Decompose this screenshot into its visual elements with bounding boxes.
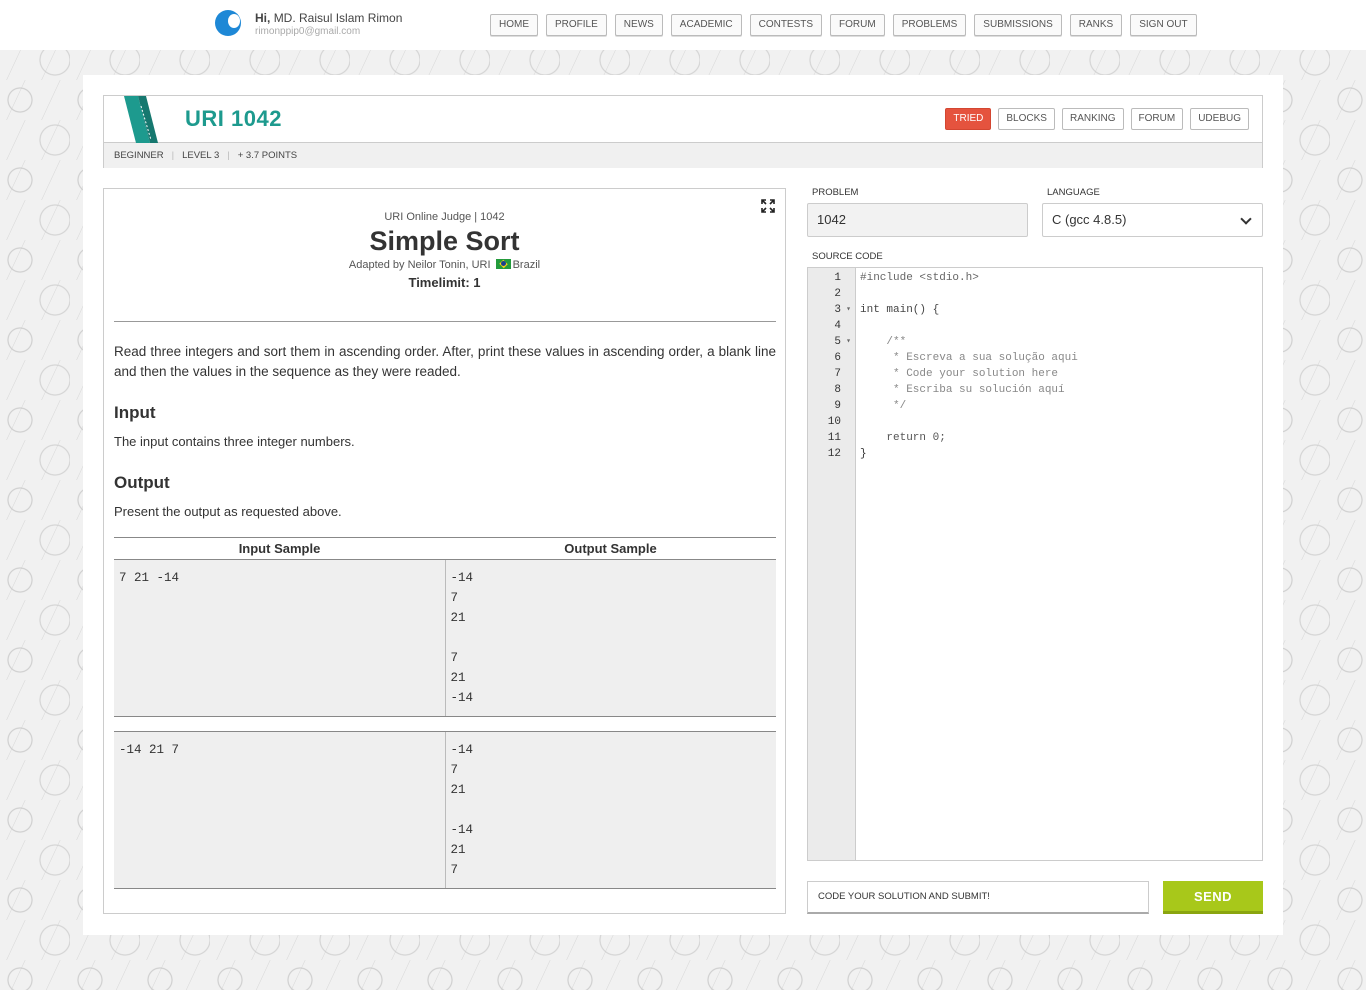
language-value: C (gcc 4.8.5): [1052, 212, 1127, 227]
avatar[interactable]: [212, 8, 244, 40]
problem-statement: URI Online Judge | 1042 Simple Sort Adap…: [103, 188, 786, 914]
nav-submissions[interactable]: SUBMISSIONS: [974, 14, 1062, 36]
judge-label: URI Online Judge | 1042: [384, 211, 505, 223]
output-heading: Output: [114, 473, 170, 492]
code-line: /**: [860, 336, 907, 348]
sample-row: 7 21 -14 -14 7 21 7 21 -14: [114, 559, 776, 717]
nav-ranks[interactable]: RANKS: [1069, 14, 1123, 36]
main-nav: HOME PROFILE NEWS ACADEMIC CONTESTS FORU…: [490, 14, 1205, 36]
sample-row: -14 21 7 -14 7 21 -14 21 7: [114, 731, 776, 889]
country: Brazil: [512, 259, 541, 271]
code-line: }: [860, 448, 867, 460]
forum-button[interactable]: FORUM: [1130, 108, 1184, 130]
blocks-button[interactable]: BLOCKS: [998, 108, 1055, 130]
nav-sign-out[interactable]: SIGN OUT: [1130, 14, 1197, 36]
samples-table: Input Sample Output Sample 7 21 -14 -14 …: [114, 537, 776, 889]
sample-output: -14 7 21 -14 21 7: [445, 731, 776, 889]
problem-actions: TRIED BLOCKS RANKING FORUM UDEBUG: [938, 108, 1249, 130]
input-heading: Input: [114, 403, 156, 422]
code-editor[interactable]: 123456789101112 #include <stdio.h> int m…: [807, 267, 1263, 861]
nav-home[interactable]: HOME: [490, 14, 538, 36]
code-line: return 0;: [860, 432, 946, 444]
input-sample-header: Input Sample: [114, 537, 445, 560]
user-info: Hi, MD. Raisul Islam Rimon rimonppip0@gm…: [212, 8, 402, 40]
problem-number-field[interactable]: 1042: [807, 203, 1028, 237]
input-text: The input contains three integer numbers…: [114, 434, 355, 449]
nav-news[interactable]: NEWS: [614, 14, 663, 36]
content-panel: URI 1042 TRIED BLOCKS RANKING FORUM UDEB…: [83, 75, 1283, 935]
language-select[interactable]: C (gcc 4.8.5): [1042, 203, 1263, 237]
sample-input: -14 21 7: [114, 731, 446, 889]
nav-profile[interactable]: PROFILE: [546, 14, 607, 36]
problem-title: Simple Sort: [369, 226, 520, 256]
ranking-button[interactable]: RANKING: [1061, 108, 1124, 130]
nav-problems[interactable]: PROBLEMS: [892, 14, 967, 36]
send-button[interactable]: SEND: [1163, 881, 1263, 914]
code-line: * Code your solution here: [860, 368, 1059, 380]
code-line: #include <stdio.h>: [860, 272, 979, 284]
tried-button[interactable]: TRIED: [945, 108, 992, 130]
sample-output: -14 7 21 7 21 -14: [445, 559, 776, 717]
language-label: LANGUAGE: [1047, 187, 1100, 198]
problem-header: URI 1042 TRIED BLOCKS RANKING FORUM UDEB…: [103, 95, 1263, 168]
problem-code-title: URI 1042: [185, 106, 282, 131]
line-numbers: 123456789101112: [808, 268, 856, 860]
code-line: int main() {: [860, 304, 940, 316]
category-label[interactable]: BEGINNER: [114, 150, 164, 161]
brazil-flag-icon: [495, 259, 511, 269]
problem-field-label: PROBLEM: [812, 187, 859, 198]
sample-input: 7 21 -14: [114, 559, 446, 717]
nav-forum[interactable]: FORUM: [830, 14, 885, 36]
level-one-logo-icon: [124, 96, 158, 143]
divider: [114, 321, 776, 322]
points-label: + 3.7 POINTS: [237, 150, 298, 161]
nav-academic[interactable]: ACADEMIC: [670, 14, 742, 36]
greeting: Hi,: [255, 11, 271, 25]
code-content[interactable]: #include <stdio.h> int main() { /** * Es…: [856, 268, 1078, 860]
problem-meta-bar: BEGINNER | LEVEL 3 | + 3.7 POINTS: [104, 143, 1262, 168]
output-sample-header: Output Sample: [445, 537, 776, 560]
user-name: MD. Raisul Islam Rimon: [273, 11, 403, 25]
chevron-down-icon: [1240, 213, 1252, 225]
timelimit: Timelimit: 1: [408, 275, 481, 290]
problem-description: Read three integers and sort them in asc…: [114, 344, 776, 379]
top-bar: Hi, MD. Raisul Islam Rimon rimonppip0@gm…: [0, 0, 1366, 50]
code-line: */: [860, 400, 907, 412]
nav-contests[interactable]: CONTESTS: [749, 14, 823, 36]
output-text: Present the output as requested above.: [114, 504, 342, 519]
source-code-label: SOURCE CODE: [812, 251, 883, 262]
adapted-by: Adapted by Neilor Tonin, URI: [348, 259, 491, 271]
submit-status-field: CODE YOUR SOLUTION AND SUBMIT!: [807, 881, 1149, 914]
code-line: * Escreva a sua solução aqui: [860, 352, 1078, 364]
user-email: rimonppip0@gmail.com: [255, 26, 361, 37]
udebug-button[interactable]: UDEBUG: [1190, 108, 1249, 130]
level-label: LEVEL 3: [182, 150, 220, 161]
code-line: * Escriba su solución aquí: [860, 384, 1065, 396]
